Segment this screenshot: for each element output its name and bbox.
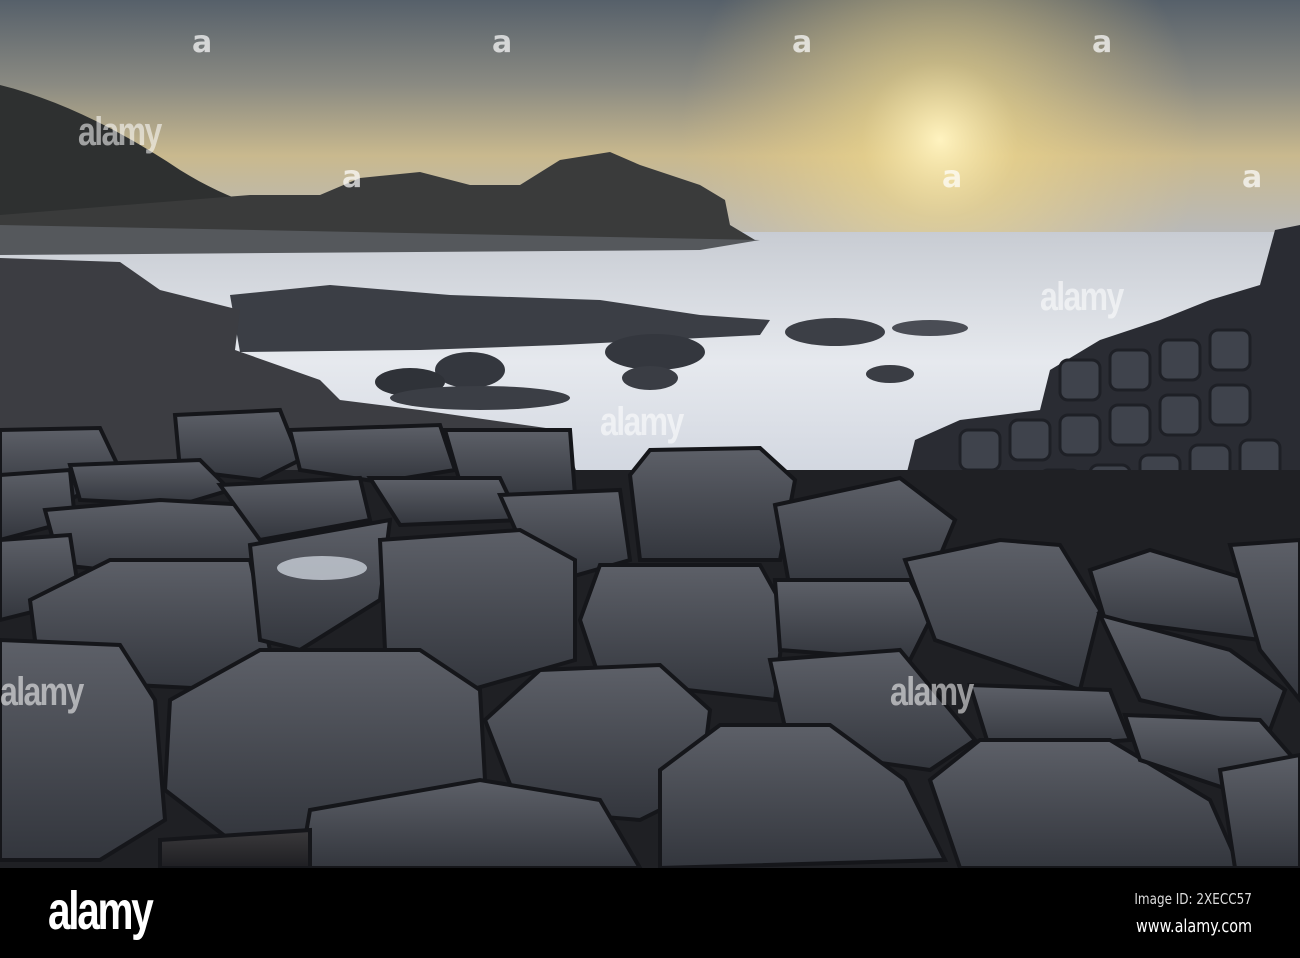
image-id: Image ID: 2XECC57 (1134, 890, 1253, 908)
footer-bar: alamy Image ID: 2XECC57 www.alamy.com (0, 868, 1300, 958)
watermark: alamy (600, 400, 684, 444)
watermark-mark: a (942, 160, 963, 195)
watermark-mark: a (492, 25, 513, 60)
watermark-mark: a (1092, 25, 1113, 60)
website-link[interactable]: www.alamy.com (1136, 916, 1252, 937)
watermark: alamy (1040, 275, 1124, 319)
alamy-logo: alamy (48, 881, 154, 941)
watermark-mark: a (342, 160, 363, 195)
watermark-mark: a (792, 25, 813, 60)
watermark-mark: a (1242, 160, 1263, 195)
watermark-mark: a (192, 25, 213, 60)
watermark: alamy (78, 110, 162, 154)
watermark: alamy (0, 670, 84, 714)
watermark: alamy (890, 670, 974, 714)
